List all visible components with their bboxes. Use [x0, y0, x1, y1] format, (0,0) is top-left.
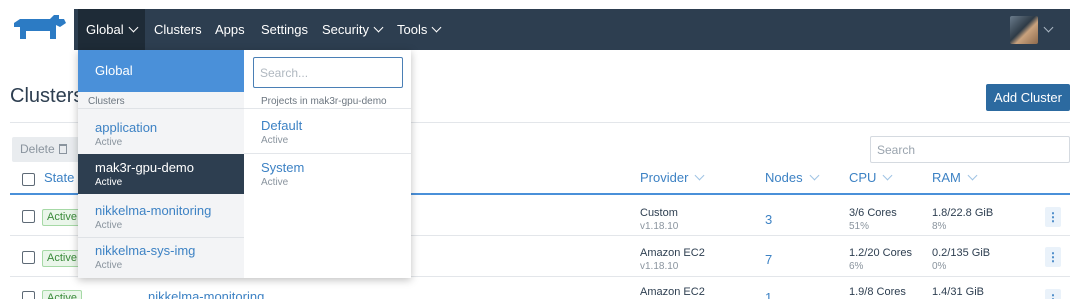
- trash-icon: [58, 144, 67, 154]
- nav-security[interactable]: Security: [314, 9, 390, 50]
- user-menu[interactable]: [1010, 16, 1060, 44]
- nav-clusters[interactable]: Clusters: [146, 9, 210, 50]
- column-state[interactable]: State: [44, 170, 74, 185]
- kebab-menu-icon[interactable]: ⋮: [1045, 247, 1061, 267]
- column-ram-label: RAM: [932, 170, 961, 185]
- cluster-status: Active: [95, 220, 123, 231]
- dropdown-project-system[interactable]: System Active: [244, 154, 411, 194]
- kubernetes-version: v1.18.10: [640, 261, 679, 272]
- provider-name: Amazon EC2: [640, 286, 705, 298]
- projects-heading: Projects in mak3r-gpu-demo: [261, 96, 387, 107]
- dropdown-cluster-nikkelma-monitoring[interactable]: nikkelma-monitoring Active: [78, 197, 244, 237]
- chevron-down-icon: [373, 22, 384, 33]
- divider: [244, 108, 411, 109]
- nav-tools-label: Tools: [397, 22, 428, 37]
- cluster-name-link[interactable]: nikkelma-monitoring: [148, 289, 264, 299]
- cluster-status: Active: [95, 177, 123, 188]
- dropdown-cluster-mak3r-gpu-demo[interactable]: mak3r-gpu-demo Active: [78, 154, 244, 194]
- status-badge: Active: [42, 250, 82, 267]
- nodes-count[interactable]: 1: [765, 290, 772, 299]
- nodes-count[interactable]: 3: [765, 212, 772, 227]
- sort-icon: [694, 170, 705, 181]
- column-cpu-label: CPU: [849, 170, 877, 185]
- row-checkbox[interactable]: [22, 251, 35, 264]
- cluster-status: Active: [95, 260, 123, 271]
- nav-global[interactable]: Global: [78, 9, 145, 50]
- cpu-usage: 1.2/20 Cores: [849, 247, 912, 259]
- column-nodes-label: Nodes: [765, 170, 803, 185]
- project-status: Active: [261, 135, 289, 146]
- avatar: [1010, 16, 1038, 44]
- column-provider-label: Provider: [640, 170, 689, 185]
- project-name: Default: [261, 118, 303, 133]
- kebab-menu-icon[interactable]: ⋮: [1045, 207, 1061, 227]
- row-checkbox[interactable]: [22, 291, 35, 299]
- provider-name: Amazon EC2: [640, 247, 705, 259]
- search-input[interactable]: [870, 136, 1070, 163]
- nodes-count[interactable]: 7: [765, 252, 772, 267]
- nav-settings[interactable]: Settings: [253, 9, 316, 50]
- cpu-percent: 6%: [849, 261, 864, 272]
- ram-usage: 0.2/135 GiB: [932, 247, 991, 259]
- cluster-status: Active: [95, 137, 123, 148]
- rancher-cow-logo[interactable]: [10, 13, 68, 47]
- chevron-down-icon: [1043, 22, 1054, 33]
- divider: [78, 108, 244, 109]
- delete-button[interactable]: Delete: [12, 137, 82, 162]
- column-ram[interactable]: RAM: [932, 170, 978, 185]
- sort-icon: [809, 170, 820, 181]
- provider-name: Custom: [640, 207, 678, 219]
- cpu-usage: 1.9/8 Cores: [849, 286, 906, 298]
- ram-percent: 0%: [932, 261, 947, 272]
- cluster-name: nikkelma-sys-img: [95, 243, 196, 258]
- row-checkbox[interactable]: [22, 210, 35, 223]
- status-badge: Active: [42, 290, 82, 299]
- project-search-input[interactable]: [253, 57, 403, 88]
- dropdown-cluster-nikkelma-sys-img[interactable]: nikkelma-sys-img Active: [78, 237, 244, 277]
- chevron-down-icon: [431, 22, 442, 33]
- column-nodes[interactable]: Nodes: [765, 170, 820, 185]
- cluster-name: mak3r-gpu-demo: [95, 160, 194, 175]
- select-all-checkbox[interactable]: [22, 173, 35, 186]
- nav-apps[interactable]: Apps: [207, 9, 253, 50]
- delete-label: Delete: [20, 142, 55, 156]
- nav-security-label: Security: [322, 22, 369, 37]
- clusters-heading: Clusters: [88, 96, 125, 107]
- kubernetes-version: v1.18.10: [640, 221, 679, 232]
- page-title: Clusters: [10, 85, 84, 107]
- dropdown-project-default[interactable]: Default Active: [244, 112, 411, 152]
- project-status: Active: [261, 177, 289, 188]
- cpu-usage: 3/6 Cores: [849, 207, 897, 219]
- dropdown-global-item[interactable]: Global: [78, 50, 244, 92]
- status-badge: Active: [42, 209, 82, 226]
- dropdown-cluster-application[interactable]: application Active: [78, 114, 244, 154]
- sort-icon: [883, 170, 893, 181]
- add-cluster-button[interactable]: Add Cluster: [986, 84, 1070, 111]
- cpu-percent: 51%: [849, 221, 870, 232]
- project-name: System: [261, 160, 305, 175]
- nav-tools[interactable]: Tools: [389, 9, 448, 50]
- sort-icon: [967, 170, 978, 181]
- kebab-menu-icon[interactable]: ⋮: [1045, 289, 1061, 299]
- cluster-name: nikkelma-monitoring: [95, 203, 212, 218]
- column-cpu[interactable]: CPU: [849, 170, 893, 185]
- ram-usage: 1.4/31 GiB: [932, 286, 984, 298]
- cluster-name: application: [95, 120, 158, 135]
- ram-percent: 8%: [932, 221, 947, 232]
- global-dropdown-menu: Global Clusters application Active mak3r…: [78, 50, 411, 278]
- chevron-down-icon: [128, 22, 139, 33]
- ram-usage: 1.8/22.8 GiB: [932, 207, 994, 219]
- nav-global-label: Global: [86, 22, 124, 37]
- column-provider[interactable]: Provider: [640, 170, 705, 185]
